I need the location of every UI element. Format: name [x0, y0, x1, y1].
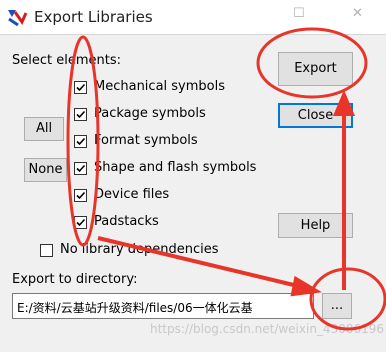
watermark: https://blog.csdn.net/weixin_43086196 — [150, 322, 385, 336]
select-elements-label: Select elements: — [12, 53, 121, 68]
checkmark-icon — [76, 110, 86, 119]
checkbox[interactable] — [74, 108, 87, 121]
close-window-icon[interactable]: ✕ — [352, 6, 363, 21]
window-title: Export Libraries — [34, 8, 153, 26]
checkmark-icon — [76, 218, 86, 227]
checkmark-icon — [76, 164, 86, 173]
checkbox[interactable] — [74, 216, 87, 229]
close-button[interactable]: Close — [278, 103, 353, 128]
checkbox-label: Shape and flash symbols — [94, 160, 257, 175]
no-library-dependencies-checkbox[interactable] — [40, 244, 53, 257]
checkmark-icon — [76, 83, 86, 92]
export-to-directory-label: Export to directory: — [12, 272, 138, 287]
checkbox-label: Device files — [94, 187, 170, 202]
no-library-dependencies-label: No library dependencies — [60, 242, 219, 257]
checkmark-icon — [76, 137, 86, 146]
checkbox[interactable] — [74, 135, 87, 148]
checkbox-label: Format symbols — [94, 133, 198, 148]
checkbox[interactable] — [74, 81, 87, 94]
annotation-arrowhead-browse — [290, 275, 322, 297]
checkbox[interactable] — [74, 162, 87, 175]
checkbox-label: Mechanical symbols — [94, 79, 225, 94]
checkbox-label: Padstacks — [94, 214, 159, 229]
app-icon — [6, 7, 28, 27]
minimize-icon[interactable]: ☐ — [293, 6, 305, 21]
all-button[interactable]: All — [24, 117, 64, 141]
checkbox-label: Package symbols — [94, 106, 206, 121]
help-button[interactable]: Help — [278, 213, 353, 238]
none-button[interactable]: None — [24, 158, 67, 182]
title-divider — [0, 34, 386, 35]
checkmark-icon — [76, 191, 86, 200]
export-directory-input[interactable]: E:/资料/云基站升级资料/files/06一体化云基 — [12, 293, 314, 319]
export-button[interactable]: Export — [278, 52, 353, 86]
browse-button[interactable]: ... — [322, 293, 352, 319]
title-bar: Export Libraries ☐ ✕ — [0, 0, 386, 34]
checkbox[interactable] — [74, 189, 87, 202]
